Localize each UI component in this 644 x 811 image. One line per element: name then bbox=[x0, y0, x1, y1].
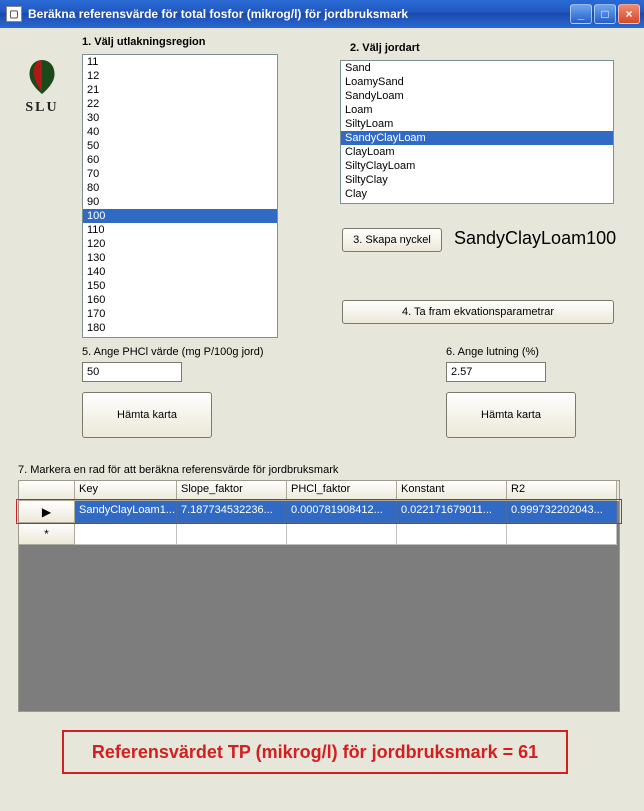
label-step1: 1. Välj utlakningsregion bbox=[82, 36, 205, 48]
region-listbox[interactable]: 1112212230405060708090100110120130140150… bbox=[82, 54, 278, 338]
slope-input[interactable] bbox=[446, 362, 546, 382]
region-item[interactable]: 40 bbox=[83, 125, 277, 139]
region-item[interactable]: 21 bbox=[83, 83, 277, 97]
soil-item[interactable]: SiltyClay bbox=[341, 173, 613, 187]
grid-newrow-marker: * bbox=[19, 523, 75, 545]
region-item[interactable]: 22 bbox=[83, 97, 277, 111]
cell-r2[interactable]: 0.999732202043... bbox=[507, 501, 617, 523]
cell-konst[interactable]: 0.022171679011... bbox=[397, 501, 507, 523]
map-button-right[interactable]: Hämta karta bbox=[446, 392, 576, 438]
close-button[interactable]: × bbox=[618, 4, 640, 24]
minimize-button[interactable]: _ bbox=[570, 4, 592, 24]
soil-listbox[interactable]: SandLoamySandSandyLoamLoamSiltyLoamSandy… bbox=[340, 60, 614, 204]
soil-item[interactable]: SandyLoam bbox=[341, 89, 613, 103]
label-step2: 2. Välj jordart bbox=[350, 42, 420, 54]
label-step6: 6. Ange lutning (%) bbox=[446, 346, 539, 358]
region-item[interactable]: 100 bbox=[83, 209, 277, 223]
soil-item[interactable]: Sand bbox=[341, 61, 613, 75]
params-grid[interactable]: Key Slope_faktor PHCl_faktor Konstant R2… bbox=[18, 480, 620, 712]
maximize-button[interactable]: □ bbox=[594, 4, 616, 24]
label-step7: 7. Markera en rad för att beräkna refere… bbox=[18, 464, 338, 476]
logo-text: SLU bbox=[25, 100, 58, 116]
result-text: Referensvärdet TP (mikrog/l) för jordbru… bbox=[92, 742, 538, 763]
grid-row-marker: ▶ bbox=[19, 501, 75, 523]
grid-col-phcl[interactable]: PHCl_faktor bbox=[287, 481, 397, 501]
region-item[interactable]: 170 bbox=[83, 307, 277, 321]
soil-item[interactable]: LoamySand bbox=[341, 75, 613, 89]
window-buttons: _ □ × bbox=[570, 4, 640, 24]
phcl-input[interactable] bbox=[82, 362, 182, 382]
grid-col-r2[interactable]: R2 bbox=[507, 481, 617, 501]
soil-item[interactable]: ClayLoam bbox=[341, 145, 613, 159]
app-icon: ▢ bbox=[6, 6, 22, 22]
cell-empty[interactable] bbox=[397, 523, 507, 545]
slu-logo: SLU bbox=[18, 58, 66, 120]
region-item[interactable]: 60 bbox=[83, 153, 277, 167]
grid-row-new[interactable]: * bbox=[19, 523, 619, 545]
soil-item[interactable]: SandyClayLoam bbox=[341, 131, 613, 145]
region-item[interactable]: 130 bbox=[83, 251, 277, 265]
create-key-button[interactable]: 3. Skapa nyckel bbox=[342, 228, 442, 252]
grid-col-key[interactable]: Key bbox=[75, 481, 177, 501]
grid-header: Key Slope_faktor PHCl_faktor Konstant R2 bbox=[19, 481, 619, 501]
key-value-label: SandyClayLoam100 bbox=[454, 228, 616, 249]
label-step5: 5. Ange PHCl värde (mg P/100g jord) bbox=[82, 346, 264, 358]
soil-item[interactable]: Clay bbox=[341, 187, 613, 201]
result-box: Referensvärdet TP (mikrog/l) för jordbru… bbox=[62, 730, 568, 774]
region-item[interactable]: 80 bbox=[83, 181, 277, 195]
cell-empty[interactable] bbox=[507, 523, 617, 545]
cell-empty[interactable] bbox=[177, 523, 287, 545]
region-item[interactable]: 120 bbox=[83, 237, 277, 251]
grid-row-selected[interactable]: ▶ SandyClayLoam1... 7.187734532236... 0.… bbox=[19, 501, 619, 523]
region-item[interactable]: 140 bbox=[83, 265, 277, 279]
load-params-button[interactable]: 4. Ta fram ekvationsparametrar bbox=[342, 300, 614, 324]
region-item[interactable]: 50 bbox=[83, 139, 277, 153]
cell-phcl[interactable]: 0.000781908412... bbox=[287, 501, 397, 523]
soil-item[interactable]: SiltyLoam bbox=[341, 117, 613, 131]
grid-col-konst[interactable]: Konstant bbox=[397, 481, 507, 501]
cell-empty[interactable] bbox=[75, 523, 177, 545]
region-item[interactable]: 90 bbox=[83, 195, 277, 209]
region-item[interactable]: 110 bbox=[83, 223, 277, 237]
region-item[interactable]: 180 bbox=[83, 321, 277, 335]
cell-key[interactable]: SandyClayLoam1... bbox=[75, 501, 177, 523]
cell-empty[interactable] bbox=[287, 523, 397, 545]
region-item[interactable]: 160 bbox=[83, 293, 277, 307]
region-item[interactable]: 150 bbox=[83, 279, 277, 293]
region-item[interactable]: 70 bbox=[83, 167, 277, 181]
cell-slope[interactable]: 7.187734532236... bbox=[177, 501, 287, 523]
soil-item[interactable]: Loam bbox=[341, 103, 613, 117]
grid-rowheader-col bbox=[19, 481, 75, 501]
client-area: SLU 1. Välj utlakningsregion 11122122304… bbox=[0, 28, 644, 811]
map-button-left[interactable]: Hämta karta bbox=[82, 392, 212, 438]
region-item[interactable]: 11 bbox=[83, 55, 277, 69]
soil-item[interactable]: SiltyClayLoam bbox=[341, 159, 613, 173]
grid-col-slope[interactable]: Slope_faktor bbox=[177, 481, 287, 501]
window-title: Beräkna referensvärde för total fosfor (… bbox=[28, 7, 570, 21]
region-item[interactable]: 12 bbox=[83, 69, 277, 83]
region-item[interactable]: 30 bbox=[83, 111, 277, 125]
title-bar: ▢ Beräkna referensvärde för total fosfor… bbox=[0, 0, 644, 28]
